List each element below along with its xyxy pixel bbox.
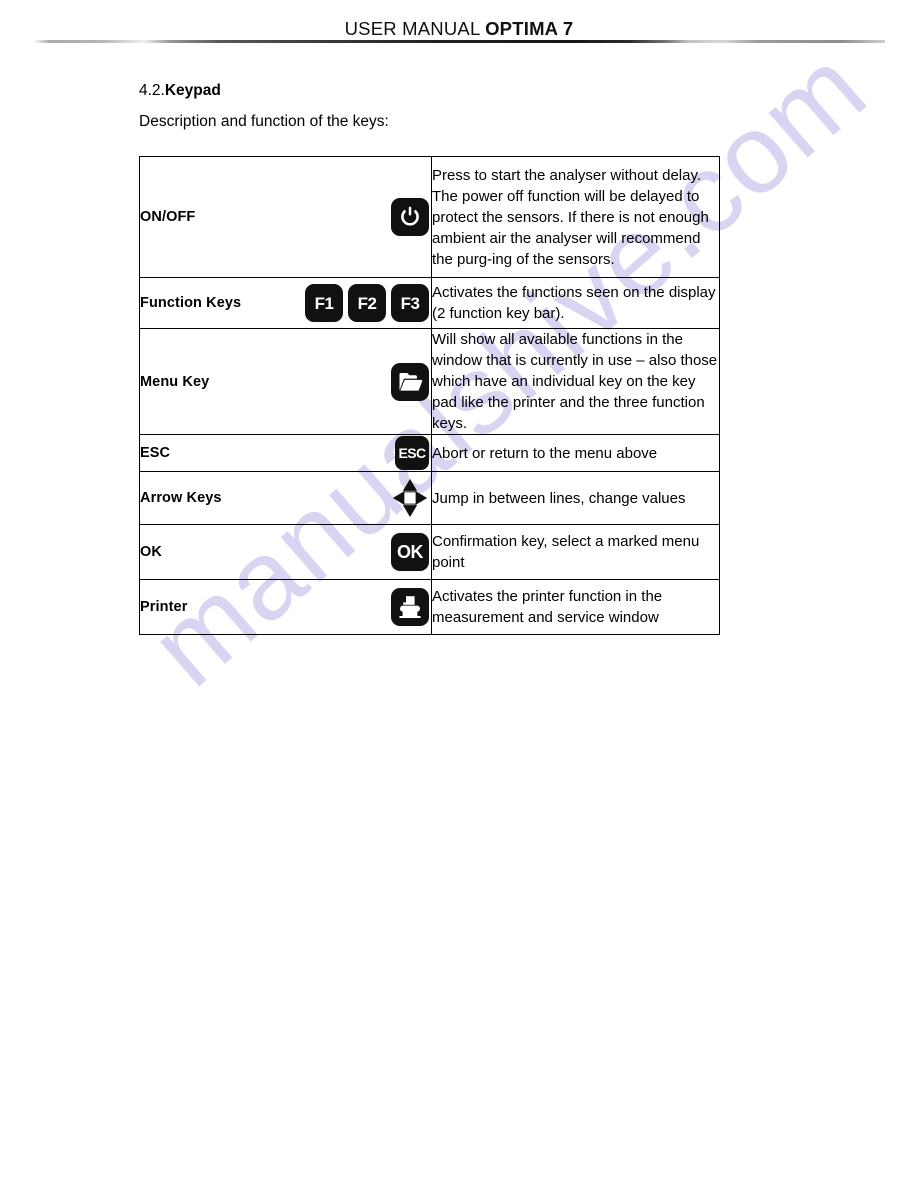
printer-icon	[391, 588, 429, 626]
f3-key-label: F3	[400, 293, 420, 313]
key-label: Arrow Keys	[140, 490, 222, 506]
key-label: Function Keys	[140, 295, 242, 311]
page-header: USER MANUAL OPTIMA 7	[0, 18, 918, 40]
description-cell: Activates the printer function in the me…	[431, 579, 720, 635]
table-row: OK OK Confirmation key, select a marked …	[139, 524, 720, 580]
key-cell-function-keys: Function Keys F1 F2 F3	[139, 277, 432, 329]
key-label: Printer	[140, 599, 188, 615]
page-title: Keypad	[164, 82, 221, 99]
key-icon-group	[391, 198, 431, 236]
table-row: Arrow Keys Jump in between lines, change…	[139, 471, 720, 525]
ok-key-icon: OK	[391, 533, 429, 571]
f3-key-icon: F3	[391, 284, 429, 322]
key-icon-group	[391, 588, 431, 626]
description-cell: Activates the functions seen on the disp…	[431, 277, 720, 329]
key-icon-group: F1 F2 F3	[305, 284, 431, 322]
folder-icon	[391, 362, 429, 401]
key-label: ESC	[140, 445, 171, 461]
table-row: Menu Key Will show all available functio…	[139, 328, 720, 435]
section-number: 4.2.	[139, 82, 165, 99]
esc-key-icon: ESC	[395, 436, 429, 470]
intro-text: Description and function of the keys:	[139, 113, 389, 130]
header-divider	[33, 40, 885, 43]
key-cell-menu-key: Menu Key	[139, 328, 432, 435]
esc-key-label: ESC	[398, 445, 427, 461]
dpad-icon	[391, 478, 429, 518]
f1-key-icon: F1	[305, 284, 343, 322]
key-cell-arrow-keys: Arrow Keys	[139, 471, 432, 525]
description-cell: Abort or return to the menu above	[431, 434, 720, 472]
key-cell-esc: ESC ESC	[139, 434, 432, 472]
key-icon-group: ESC	[395, 436, 431, 470]
f2-key-icon: F2	[348, 284, 386, 322]
header-title-bold: OPTIMA 7	[485, 18, 574, 39]
key-cell-onoff: ON/OFF	[139, 156, 432, 278]
key-icon-group: OK	[391, 533, 431, 571]
table-row: Function Keys F1 F2 F3 Activates the fun…	[139, 277, 720, 329]
key-label: ON/OFF	[140, 209, 196, 225]
table-row: ESC ESC Abort or return to the menu abov…	[139, 434, 720, 472]
power-icon	[391, 198, 429, 236]
ok-key-label: OK	[397, 542, 424, 562]
key-label: Menu Key	[140, 373, 210, 390]
f2-key-label: F2	[357, 293, 377, 313]
key-cell-printer: Printer	[139, 579, 432, 635]
description-cell: Jump in between lines, change values	[431, 471, 720, 525]
table-row: Printer Activates the printer function i…	[139, 579, 720, 635]
key-cell-ok: OK OK	[139, 524, 432, 580]
description-cell: Confirmation key, select a marked menu p…	[431, 524, 720, 580]
key-icon-group	[391, 478, 431, 518]
keypad-table: ON/OFF Press to start the analyser witho…	[139, 156, 720, 635]
section-heading: 4.2.Keypad	[139, 82, 221, 100]
header-title-plain: USER MANUAL	[344, 18, 486, 39]
key-icon-group	[391, 362, 431, 401]
description-cell: Press to start the analyser without dela…	[431, 156, 720, 278]
key-label: OK	[140, 544, 162, 560]
header-title: USER MANUAL OPTIMA 7	[345, 18, 574, 40]
table-row: ON/OFF Press to start the analyser witho…	[139, 156, 720, 278]
f1-key-label: F1	[314, 293, 334, 313]
description-cell: Will show all available functions in the…	[431, 328, 720, 435]
